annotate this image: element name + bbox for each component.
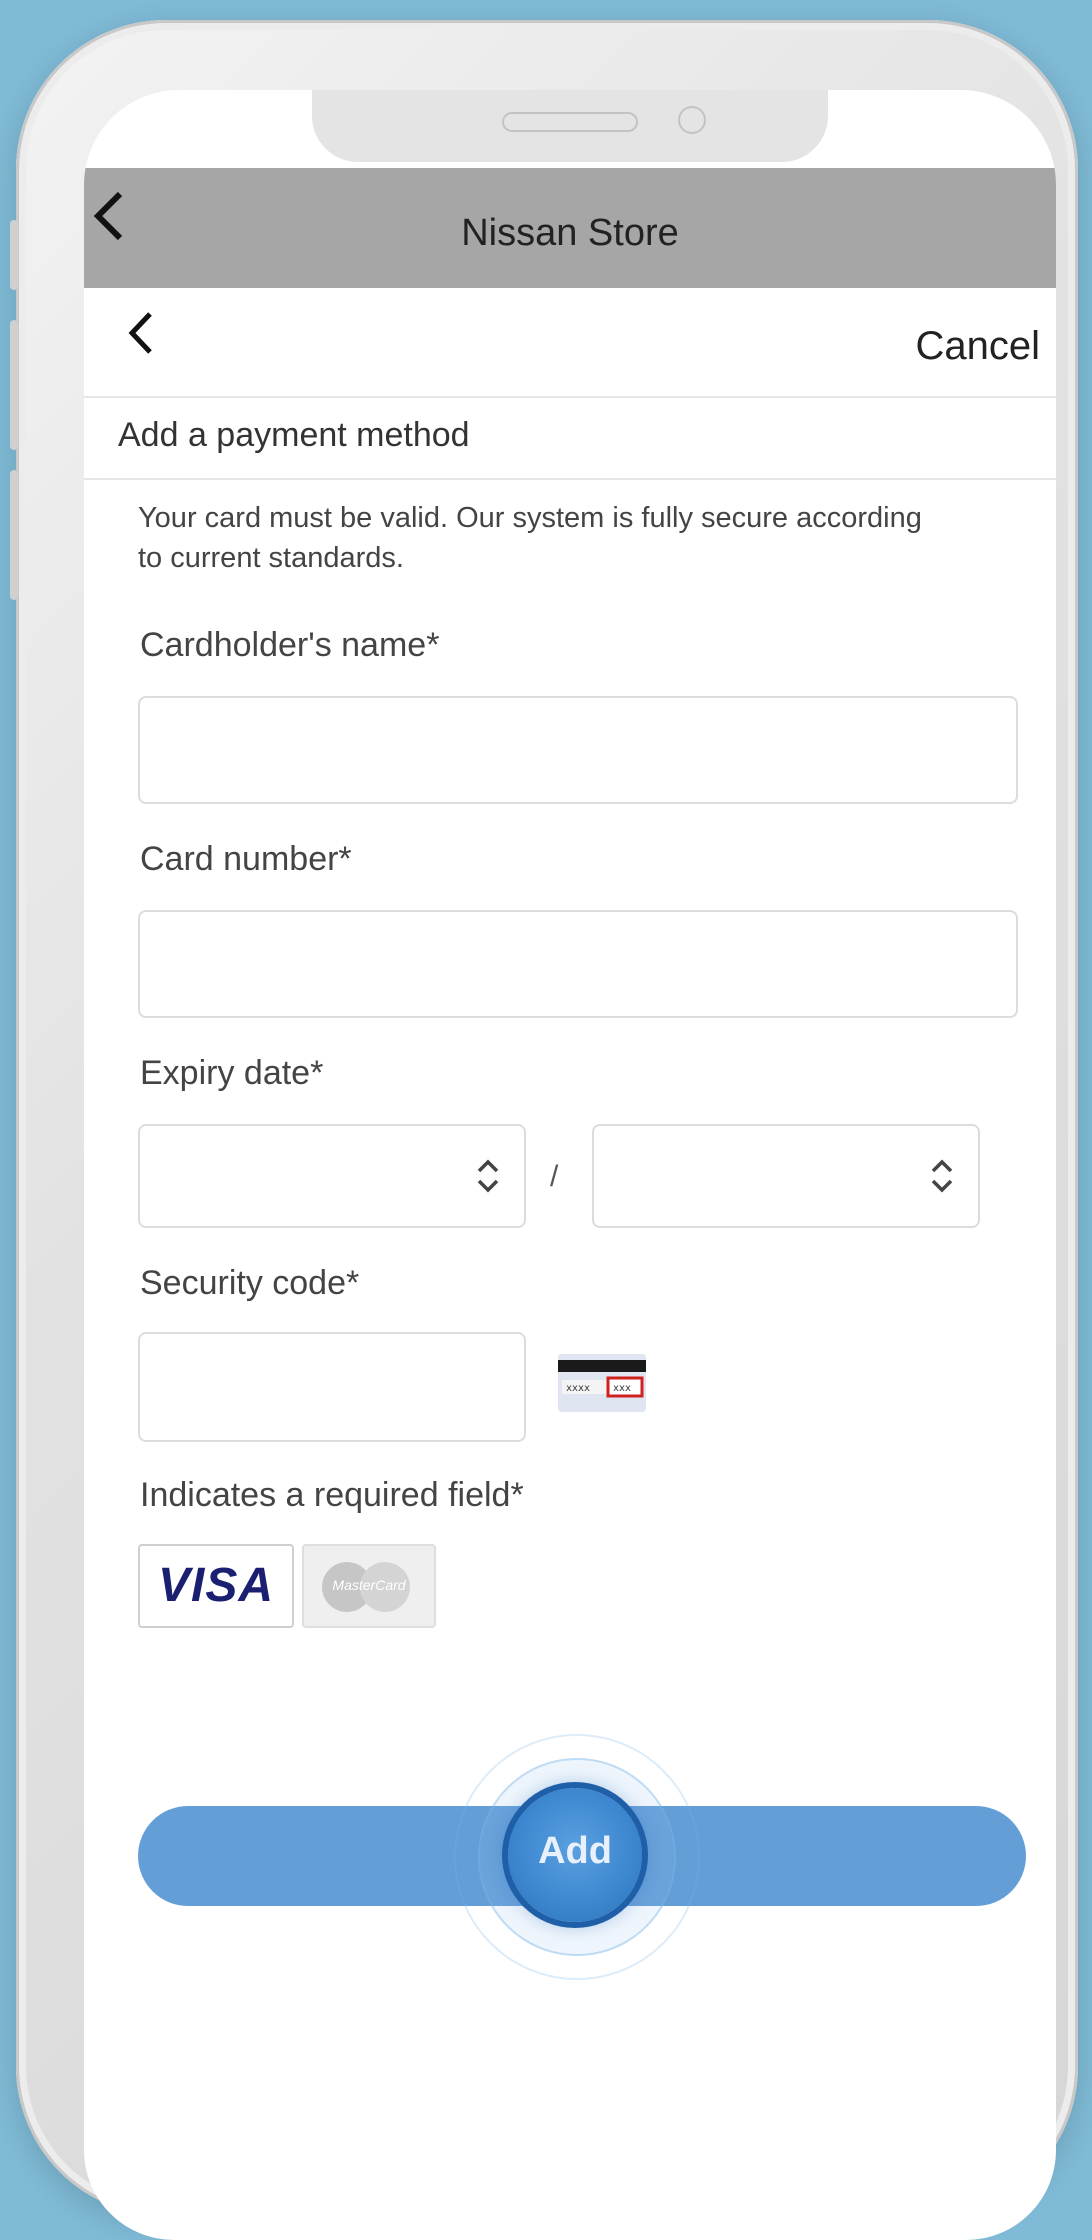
required-field-note: Indicates a required field* — [140, 1476, 524, 1514]
card-number-label: Card number* — [140, 840, 352, 878]
security-info-text: Your card must be valid. Our system is f… — [138, 502, 922, 574]
svg-text:xxxx: xxxx — [566, 1383, 590, 1394]
security-code-input[interactable] — [138, 1332, 526, 1442]
front-camera — [678, 106, 706, 134]
expiry-date-label: Expiry date* — [140, 1054, 324, 1092]
phone-volume-up — [10, 320, 18, 450]
mastercard-logo: MasterCard — [302, 1544, 436, 1628]
page-title: Add a payment method — [118, 416, 470, 454]
form-nav-row: Cancel — [84, 288, 1056, 398]
phone-frame: Nissan Store Cancel Add a payment method… — [10, 20, 1078, 2240]
app-title: Nissan Store — [461, 212, 679, 254]
phone-volume-down — [10, 470, 18, 600]
phone-notch — [312, 90, 828, 162]
cardholder-name-input[interactable] — [138, 696, 1018, 804]
card-back-cvv-icon: xxxx xxx — [558, 1354, 646, 1412]
back-chevron-icon[interactable] — [126, 308, 156, 367]
expiry-year-select[interactable] — [592, 1124, 980, 1228]
cancel-button[interactable]: Cancel — [915, 324, 1040, 369]
card-number-input[interactable] — [138, 910, 1018, 1018]
svg-text:xxx: xxx — [613, 1383, 631, 1394]
phone-side-button — [10, 220, 18, 290]
section-header: Add a payment method — [84, 396, 1056, 480]
phone-screen: Nissan Store Cancel Add a payment method… — [84, 90, 1056, 2240]
select-updown-icon — [931, 1159, 953, 1193]
expiry-separator: / — [550, 1160, 559, 1193]
speaker-grille — [502, 112, 638, 132]
expiry-month-select[interactable] — [138, 1124, 526, 1228]
security-code-label: Security code* — [140, 1264, 360, 1302]
cardholder-label: Cardholder's name* — [140, 626, 440, 664]
mastercard-wordmark: MasterCard — [332, 1577, 406, 1593]
app-top-bar: Nissan Store — [84, 168, 1056, 288]
visa-logo: VISA — [138, 1544, 294, 1628]
select-updown-icon — [477, 1159, 499, 1193]
add-button-label[interactable]: Add — [508, 1830, 642, 1873]
